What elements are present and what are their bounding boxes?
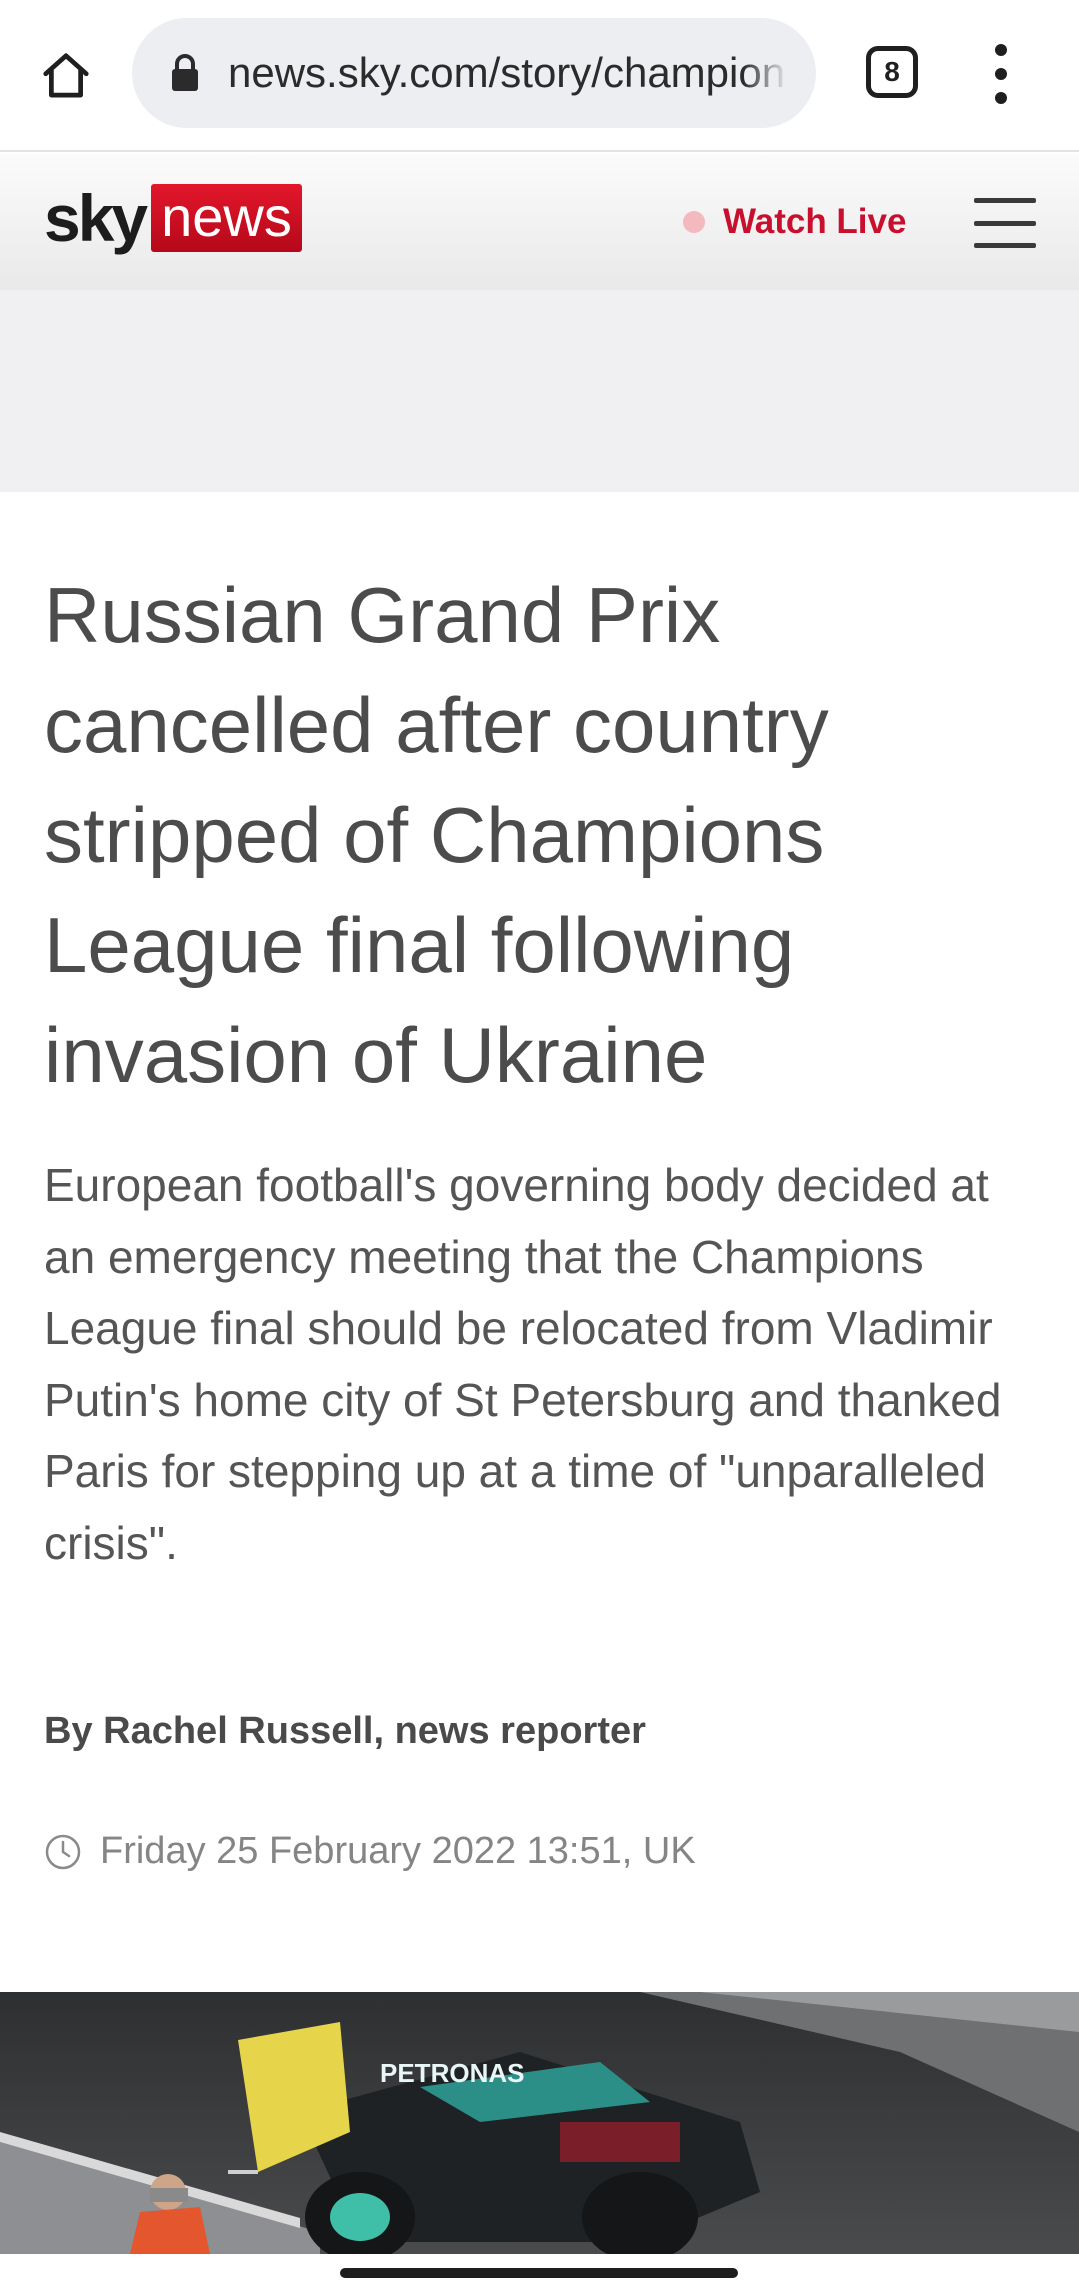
article-timestamp: Friday 25 February 2022 13:51, UK: [100, 1830, 696, 1872]
article-headline: Russian Grand Prix cancelled after count…: [44, 571, 829, 1099]
sky-news-logo[interactable]: sky news: [44, 182, 302, 254]
home-icon: [43, 53, 89, 98]
tab-count: 8: [884, 56, 900, 87]
more-options-button[interactable]: [976, 44, 1026, 104]
lock-icon: [170, 53, 206, 93]
system-navigation-area: [0, 2254, 1079, 2294]
ad-placeholder: [0, 290, 1079, 492]
watch-live-label: Watch Live: [723, 202, 907, 241]
tab-switcher-button[interactable]: 8: [866, 46, 918, 98]
gesture-handle[interactable]: [340, 2268, 738, 2278]
article-standfirst: European football's governing body decid…: [44, 1159, 1002, 1569]
browser-toolbar: news.sky.com/story/champions 8: [0, 0, 1079, 152]
clock-icon: [45, 1834, 81, 1869]
home-button[interactable]: [30, 40, 102, 112]
hamburger-menu-icon[interactable]: [974, 198, 1036, 248]
hero-photo: PETRONAS: [0, 1992, 1079, 2254]
hero-sponsor-text: PETRONAS: [380, 2058, 524, 2088]
url-text: news.sky.com/story/champions: [228, 49, 788, 96]
logo-sky-text: sky: [44, 181, 148, 255]
more-vert-icon: [995, 44, 1007, 56]
logo-news-text: news: [151, 184, 302, 252]
watch-live-link[interactable]: Watch Live: [683, 198, 906, 246]
article-dateline: Friday 25 February 2022 13:51, UK: [44, 1830, 696, 1873]
article-hero-image[interactable]: PETRONAS: [0, 1992, 1079, 2254]
article-byline[interactable]: By Rachel Russell, news reporter: [44, 1710, 646, 1753]
address-bar[interactable]: news.sky.com/story/champions: [132, 18, 816, 128]
live-indicator-dot: [683, 211, 705, 233]
site-header: sky news Watch Live: [0, 154, 1079, 290]
